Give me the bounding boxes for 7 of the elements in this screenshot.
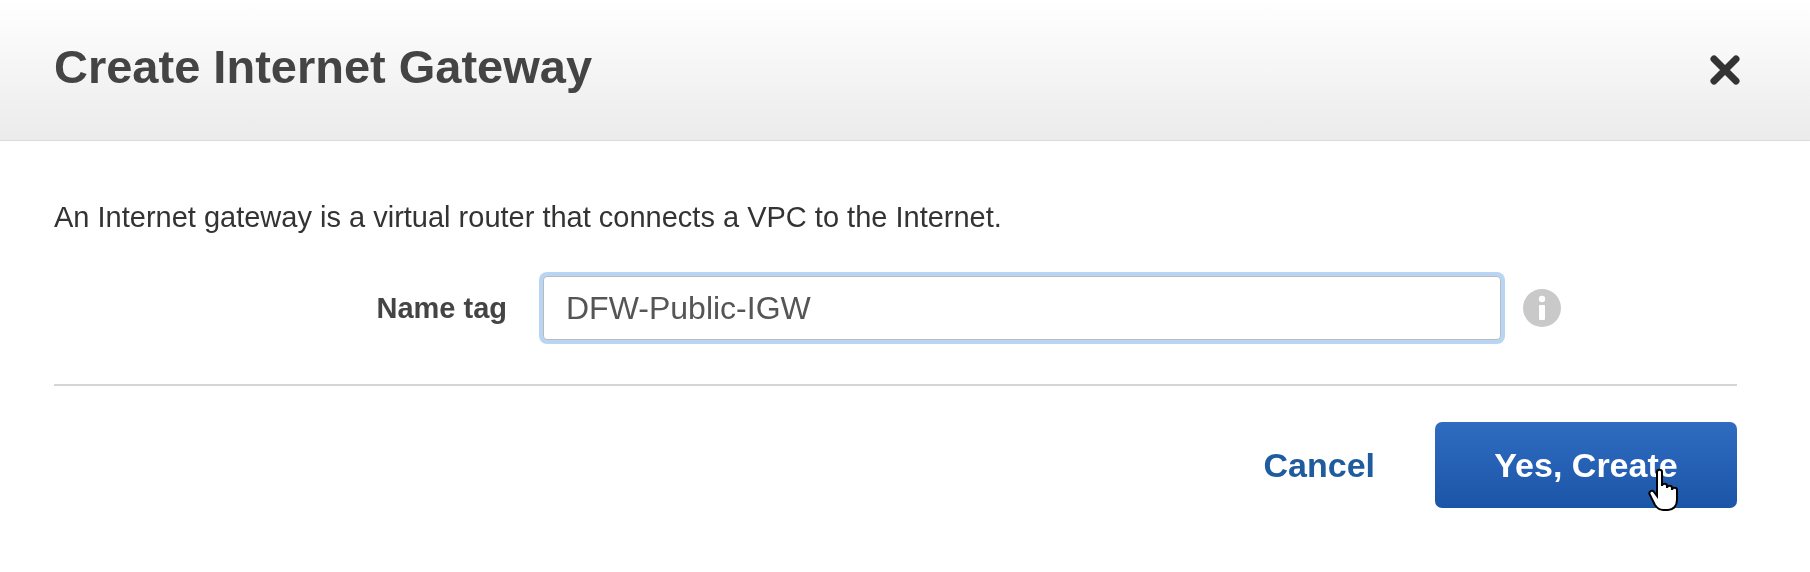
description: An Internet gateway is a virtual router that connects a VPC to the Internet. (54, 201, 1003, 234)
cancel-button[interactable]: Cancel (1263, 445, 1375, 485)
create-button[interactable]: Yes, Create (1435, 422, 1737, 508)
close-icon[interactable] (1710, 55, 1740, 85)
field-label: Name tag (375, 291, 508, 325)
dialog-title: Create Internet Gateway (54, 38, 593, 94)
name-tag-field[interactable]: DFW-Public-IGW (543, 276, 1501, 340)
